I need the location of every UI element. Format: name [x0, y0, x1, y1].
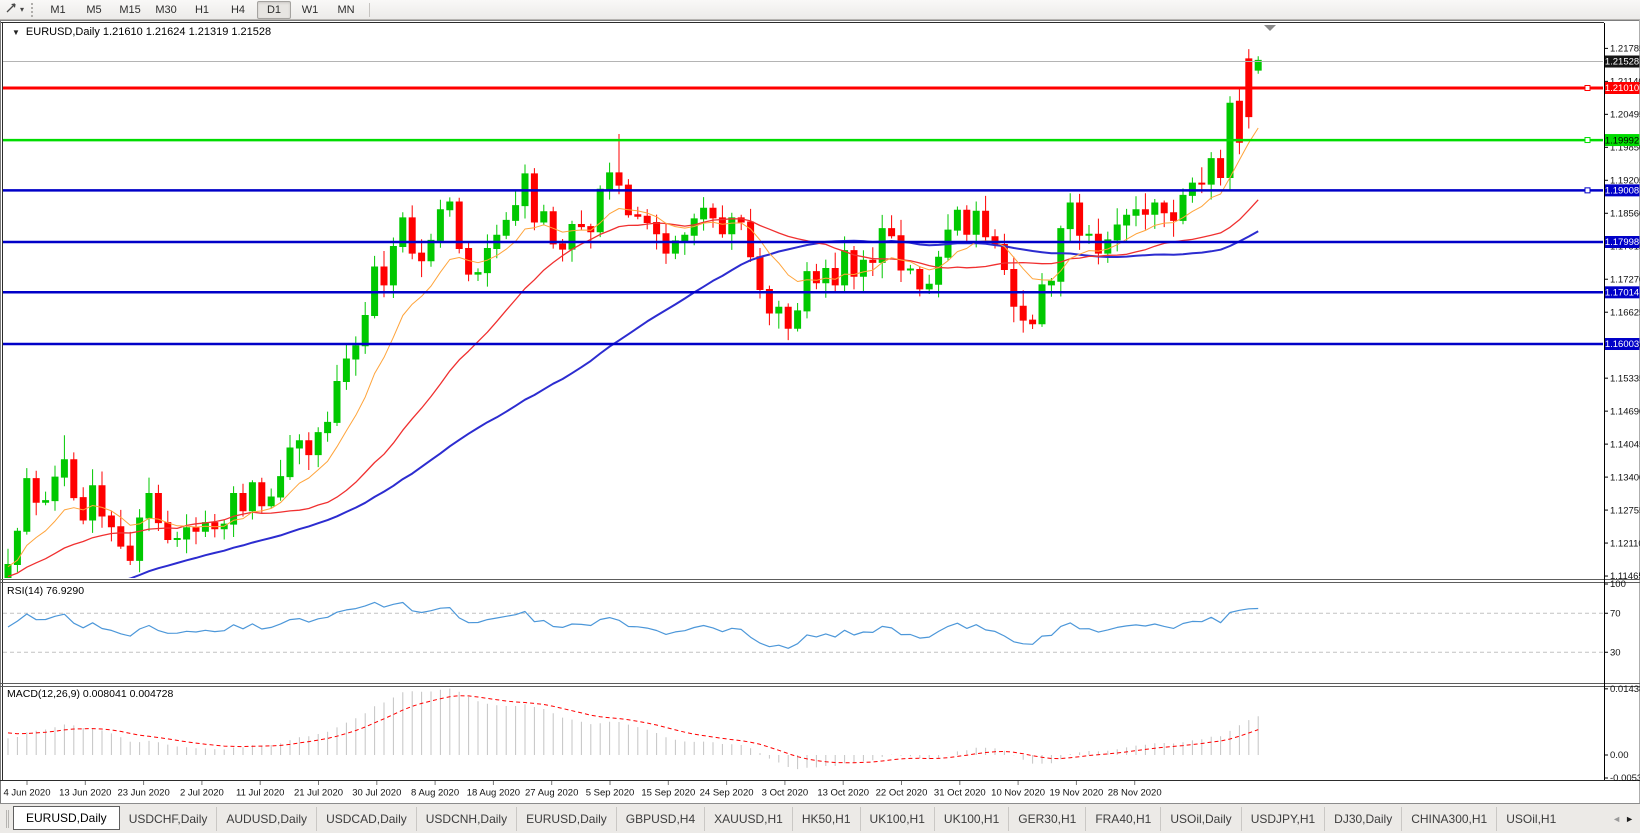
rsi-axis-label: 30	[1610, 647, 1621, 658]
price-tick-label: 1.15335	[1610, 373, 1640, 384]
level-handle[interactable]	[1585, 138, 1590, 143]
timeframe-button-group: M1M5M15M30H1H4D1W1MN	[40, 1, 364, 19]
timeframe-button-h1[interactable]: H1	[185, 1, 219, 19]
price-tick-label: 1.17270	[1610, 274, 1640, 285]
price-tick-label: 1.13400	[1610, 472, 1640, 483]
chart-title: ▼ EURUSD,Daily 1.21610 1.21624 1.21319 1.…	[12, 26, 271, 38]
price-badge-label: 1.17014	[1605, 288, 1639, 299]
date-label: 15 Sep 2020	[641, 788, 695, 799]
date-label: 11 Jul 2020	[236, 788, 284, 799]
timeframe-button-h4[interactable]: H4	[221, 1, 255, 19]
tab-xauusd-h1[interactable]: XAUUSD,H1	[704, 807, 792, 831]
date-label: 21 Jul 2020	[294, 788, 343, 799]
tab-uk100-h1[interactable]: UK100,H1	[934, 807, 1008, 831]
price-tick-label: 1.20495	[1610, 110, 1640, 121]
price-badge-label: 1.21528	[1605, 57, 1639, 68]
cursor-tool-icon	[4, 0, 19, 20]
timeframe-button-m1[interactable]: M1	[41, 1, 75, 19]
date-label: 27 Aug 2020	[525, 788, 578, 799]
level-handle[interactable]	[1585, 86, 1590, 91]
tab-usdcnh-daily[interactable]: USDCNH,Daily	[416, 807, 516, 831]
chart-title-text: EURUSD,Daily 1.21610 1.21624 1.21319 1.2…	[26, 26, 271, 38]
top-toolbar: ▾ M1M5M15M30H1H4D1W1MN	[0, 0, 1640, 20]
tab-dj30-daily[interactable]: DJ30,Daily	[1324, 807, 1401, 831]
price-badge-label: 1.17998	[1605, 237, 1639, 248]
date-label: 3 Oct 2020	[762, 788, 808, 799]
price-tick-label: 1.12110	[1610, 538, 1640, 549]
tab-eurusd-daily[interactable]: EURUSD,Daily	[13, 806, 120, 830]
toolbar-grip[interactable]	[31, 3, 33, 17]
timeframe-button-m30[interactable]: M30	[149, 1, 183, 19]
date-label: 22 Oct 2020	[876, 788, 928, 799]
tab-fra40-h1[interactable]: FRA40,H1	[1085, 807, 1160, 831]
toolbar-separator	[369, 3, 370, 17]
tab-scroll-left-icon[interactable]: ◄	[1612, 814, 1621, 824]
price-tick-label: 1.21785	[1610, 44, 1640, 55]
symbol-tab-bar: EURUSD,DailyUSDCHF,DailyAUDUSD,DailyUSDC…	[0, 803, 1640, 833]
tab-usdchf-daily[interactable]: USDCHF,Daily	[120, 807, 217, 831]
price-tick-label: 1.14045	[1610, 439, 1640, 450]
rsi-axis-label: 100	[1610, 579, 1626, 590]
tab-hk50-h1[interactable]: HK50,H1	[792, 807, 860, 831]
trading-platform-window: ▾ M1M5M15M30H1H4D1W1MN 1.217851.211401.2…	[0, 0, 1640, 833]
macd-axis-label: 0.014384	[1610, 684, 1640, 695]
macd-axis-label: -0.005396	[1610, 773, 1640, 784]
date-label: 30 Jul 2020	[352, 788, 401, 799]
symbol-tabs: EURUSD,DailyUSDCHF,DailyAUDUSD,DailyUSDC…	[13, 807, 1565, 831]
date-label: 8 Aug 2020	[411, 788, 459, 799]
rsi-indicator-label: RSI(14) 76.9290	[7, 585, 84, 597]
date-label: 31 Oct 2020	[934, 788, 986, 799]
date-label: 13 Jun 2020	[59, 788, 111, 799]
price-tick-label: 1.12755	[1610, 505, 1640, 516]
price-tick-label: 1.14690	[1610, 406, 1640, 417]
date-label: 19 Nov 2020	[1049, 788, 1103, 799]
timeframe-button-m5[interactable]: M5	[77, 1, 111, 19]
tab-usdjpy-h1[interactable]: USDJPY,H1	[1241, 807, 1324, 831]
date-label: 5 Sep 2020	[586, 788, 635, 799]
chart-background	[0, 20, 1640, 803]
tab-gbpusd-h4[interactable]: GBPUSD,H4	[616, 807, 704, 831]
date-label: 23 Jun 2020	[117, 788, 169, 799]
tab-scroll-right-icon[interactable]: ►	[1625, 814, 1634, 824]
timeframe-button-mn[interactable]: MN	[329, 1, 363, 19]
price-tick-label: 1.16625	[1610, 307, 1640, 318]
date-label: 28 Nov 2020	[1108, 788, 1162, 799]
date-label: 4 Jun 2020	[3, 788, 50, 799]
tab-audusd-daily[interactable]: AUDUSD,Daily	[216, 807, 316, 831]
tab-uk100-h1[interactable]: UK100,H1	[860, 807, 934, 831]
tab-ger30-h1[interactable]: GER30,H1	[1008, 807, 1085, 831]
collapse-arrow-icon[interactable]: ▼	[12, 28, 20, 37]
tab-usdcad-daily[interactable]: USDCAD,Daily	[316, 807, 416, 831]
macd-indicator-label: MACD(12,26,9) 0.008041 0.004728	[7, 688, 173, 700]
price-badge-label: 1.19008	[1605, 186, 1639, 197]
price-tick-label: 1.18560	[1610, 208, 1640, 219]
tab-usoil-h1[interactable]: USOil,H1	[1496, 807, 1565, 831]
timeframe-button-d1[interactable]: D1	[257, 1, 291, 19]
tab-scroll-buttons: ◄ ►	[1612, 814, 1640, 824]
chevron-down-icon: ▾	[20, 5, 24, 14]
timeframe-button-m15[interactable]: M15	[113, 1, 147, 19]
date-label: 24 Sep 2020	[700, 788, 754, 799]
price-badge-label: 1.16003	[1605, 339, 1639, 350]
macd-axis-label: 0.00	[1610, 750, 1629, 761]
tab-eurusd-daily[interactable]: EURUSD,Daily	[516, 807, 616, 831]
chart-canvas[interactable]: 1.217851.211401.204951.198501.192051.185…	[0, 20, 1640, 803]
date-label: 2 Jul 2020	[180, 788, 224, 799]
tab-bar-grip	[6, 810, 9, 828]
rsi-axis-label: 70	[1610, 608, 1621, 619]
date-label: 13 Oct 2020	[817, 788, 869, 799]
timeframe-button-w1[interactable]: W1	[293, 1, 327, 19]
price-badge-label: 1.21010	[1605, 83, 1639, 94]
cursor-tool-button[interactable]: ▾	[2, 1, 26, 19]
tab-usoil-daily[interactable]: USOil,Daily	[1160, 807, 1240, 831]
price-badge-label: 1.19992	[1605, 135, 1639, 146]
date-label: 18 Aug 2020	[467, 788, 520, 799]
level-handle[interactable]	[1585, 188, 1590, 193]
tab-china300-h1[interactable]: CHINA300,H1	[1401, 807, 1496, 831]
date-label: 10 Nov 2020	[991, 788, 1045, 799]
